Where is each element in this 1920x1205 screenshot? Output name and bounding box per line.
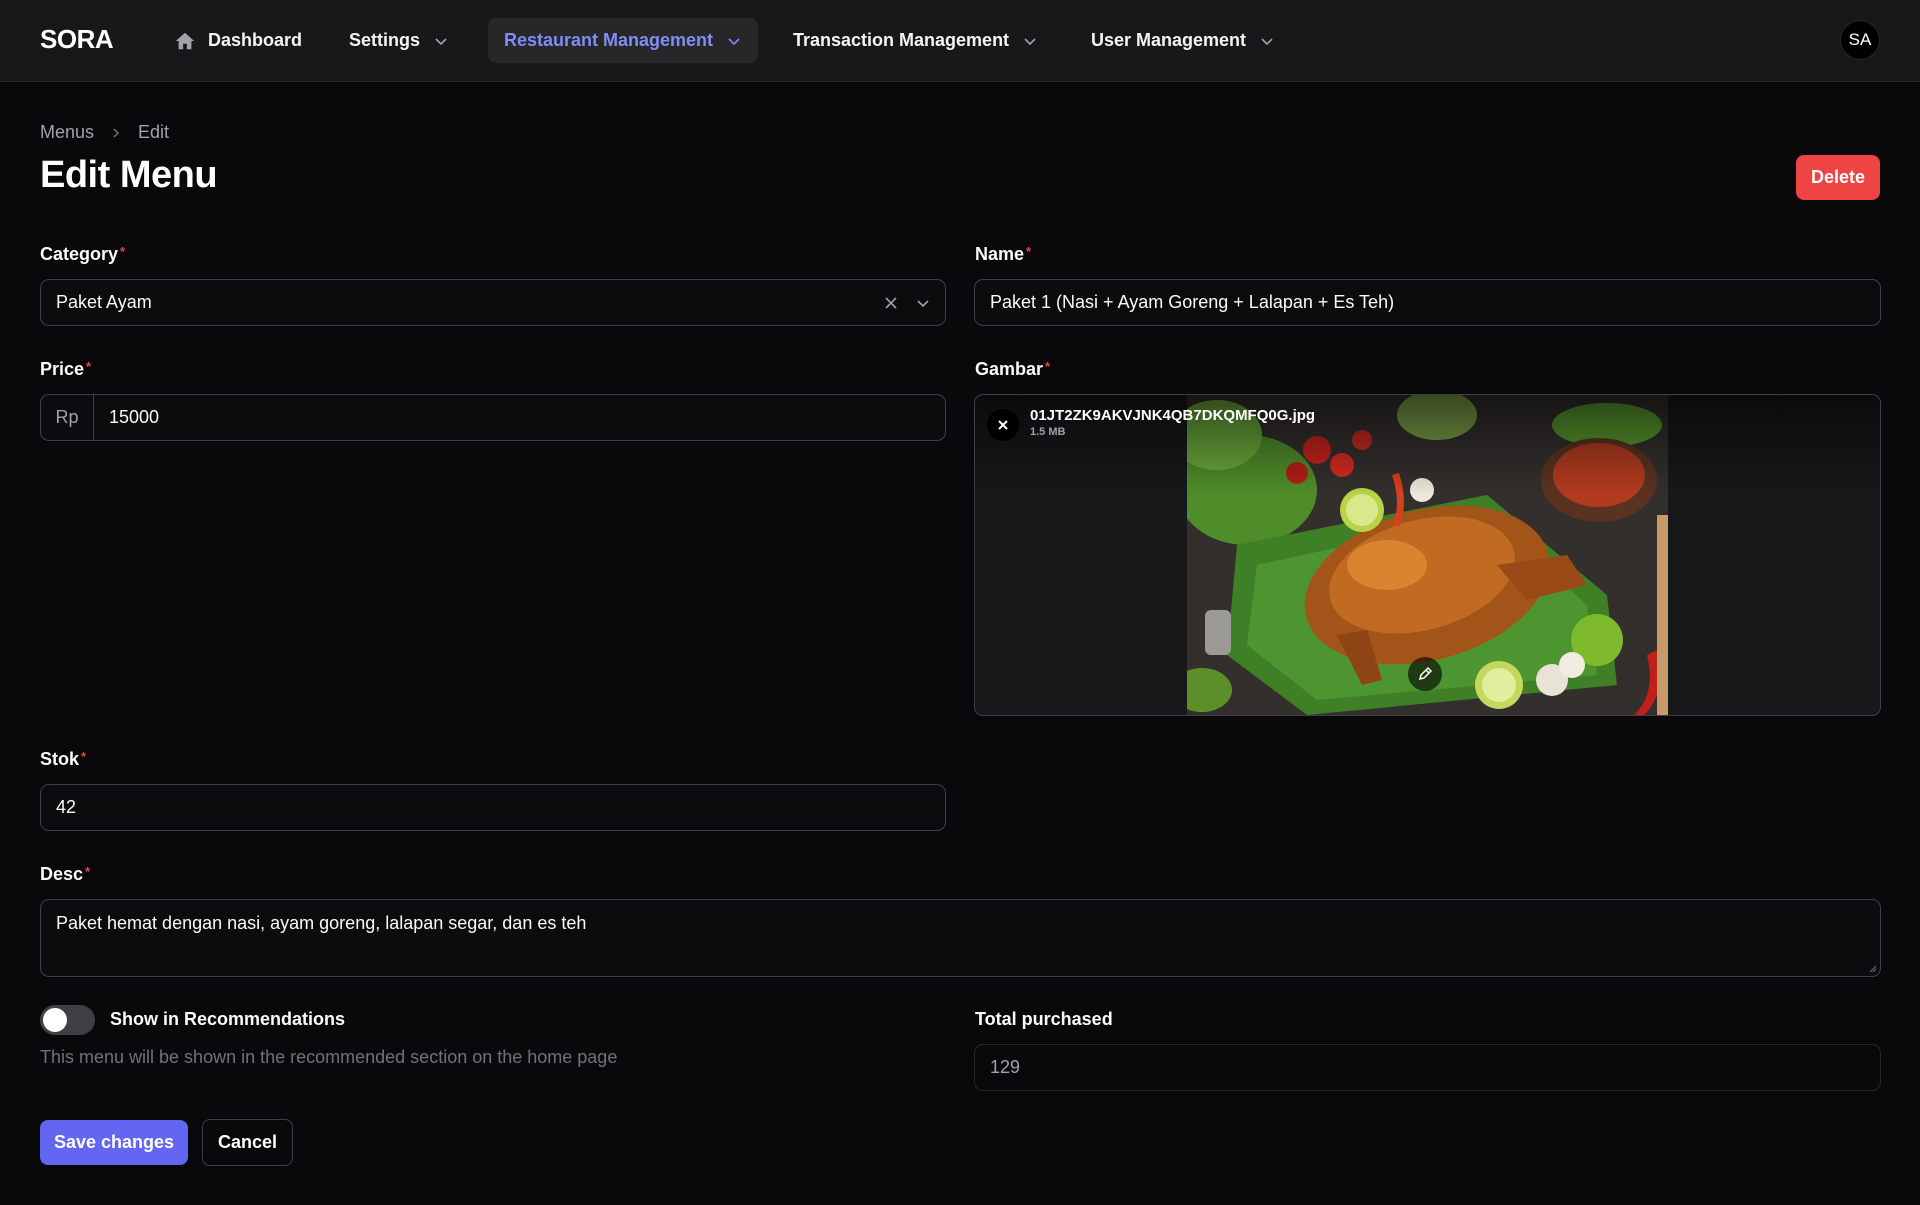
total-purchased-input: 129 bbox=[974, 1044, 1881, 1091]
name-label: Name * bbox=[975, 244, 1031, 265]
price-value: 15000 bbox=[109, 407, 160, 427]
user-avatar[interactable]: SA bbox=[1840, 20, 1880, 60]
total-purchased-label: Total purchased bbox=[975, 1009, 1113, 1029]
nav-restaurant-management[interactable]: Restaurant Management bbox=[488, 18, 758, 63]
desc-textarea[interactable]: Paket hemat dengan nasi, ayam goreng, la… bbox=[40, 899, 1881, 977]
page-title: Edit Menu bbox=[40, 154, 218, 196]
name-label-text: Name bbox=[975, 244, 1025, 264]
home-icon bbox=[174, 30, 196, 52]
brand-logo[interactable]: SORA bbox=[40, 24, 114, 55]
category-label-text: Category bbox=[40, 244, 119, 264]
nav-settings-label: Settings bbox=[349, 30, 421, 50]
chevron-down-icon bbox=[434, 34, 448, 48]
recommendation-label: Show in Recommendations bbox=[110, 1009, 346, 1029]
stok-value: 42 bbox=[56, 797, 77, 817]
delete-button[interactable]: Delete bbox=[1796, 155, 1880, 200]
required-mark: * bbox=[85, 864, 91, 879]
breadcrumb: Menus Edit bbox=[40, 122, 169, 143]
category-label: Category * bbox=[40, 244, 125, 265]
file-size: 1.5 MB bbox=[1030, 426, 1066, 438]
nav-transaction-management[interactable]: Transaction Management bbox=[777, 18, 1053, 63]
gambar-label-text: Gambar bbox=[975, 359, 1044, 379]
desc-value: Paket hemat dengan nasi, ayam goreng, la… bbox=[56, 913, 587, 933]
nav-user-management-label: User Management bbox=[1091, 30, 1247, 50]
required-mark: * bbox=[1045, 359, 1051, 374]
gambar-label: Gambar * bbox=[975, 359, 1050, 380]
total-purchased-value: 129 bbox=[990, 1057, 1021, 1077]
breadcrumb-menus-link[interactable]: Menus bbox=[40, 122, 94, 143]
nav-transaction-management-label: Transaction Management bbox=[793, 30, 1010, 50]
nav-settings[interactable]: Settings bbox=[333, 18, 464, 63]
currency-prefix: Rp bbox=[41, 395, 94, 440]
category-value: Paket Ayam bbox=[56, 292, 152, 312]
recommendation-helper: This menu will be shown in the recommend… bbox=[40, 1047, 618, 1067]
file-name: 01JT2ZK9AKVJNK4QB7DKQMFQ0G.jpg bbox=[1030, 407, 1316, 424]
stok-input[interactable]: 42 bbox=[40, 784, 946, 831]
chevron-down-icon bbox=[1260, 34, 1274, 48]
nav-dashboard-label: Dashboard bbox=[208, 30, 303, 50]
clear-icon[interactable] bbox=[883, 295, 899, 311]
nav-restaurant-management-label: Restaurant Management bbox=[504, 30, 714, 50]
chevron-down-icon bbox=[727, 34, 741, 48]
stok-label-text: Stok bbox=[40, 749, 80, 769]
price-label-text: Price bbox=[40, 359, 85, 379]
toggle-knob bbox=[43, 1008, 67, 1032]
remove-file-button[interactable] bbox=[987, 409, 1019, 441]
close-icon bbox=[998, 420, 1008, 430]
required-mark: * bbox=[1026, 244, 1032, 259]
save-changes-button[interactable]: Save changes bbox=[40, 1120, 188, 1165]
chevron-right-icon bbox=[110, 127, 122, 139]
recommendation-toggle[interactable] bbox=[40, 1005, 95, 1035]
breadcrumb-current: Edit bbox=[138, 122, 170, 142]
stok-label: Stok * bbox=[40, 749, 86, 770]
required-mark: * bbox=[81, 749, 87, 764]
image-upload[interactable]: 01JT2ZK9AKVJNK4QB7DKQMFQ0G.jpg 1.5 MB bbox=[974, 394, 1881, 716]
edit-image-button[interactable] bbox=[1408, 657, 1442, 691]
name-input[interactable]: Paket 1 (Nasi + Ayam Goreng + Lalapan + … bbox=[974, 279, 1881, 326]
resize-grip-icon[interactable] bbox=[1867, 963, 1877, 973]
name-value: Paket 1 (Nasi + Ayam Goreng + Lalapan + … bbox=[990, 292, 1395, 312]
chevron-down-icon bbox=[1023, 34, 1037, 48]
pencil-icon bbox=[1418, 666, 1433, 681]
price-label: Price * bbox=[40, 359, 91, 380]
required-mark: * bbox=[86, 359, 92, 374]
nav-dashboard[interactable]: Dashboard bbox=[158, 18, 318, 63]
desc-label-text: Desc bbox=[40, 864, 84, 884]
cancel-button[interactable]: Cancel bbox=[202, 1119, 293, 1166]
chevron-down-icon[interactable] bbox=[915, 295, 931, 311]
desc-label: Desc * bbox=[40, 864, 90, 885]
nav-user-management[interactable]: User Management bbox=[1075, 18, 1290, 63]
category-select[interactable]: Paket Ayam bbox=[40, 279, 946, 326]
top-navbar: SORA Dashboard Settings Restaurant Manag… bbox=[0, 0, 1920, 82]
required-mark: * bbox=[120, 244, 126, 259]
price-input[interactable]: Rp 15000 bbox=[40, 394, 946, 441]
